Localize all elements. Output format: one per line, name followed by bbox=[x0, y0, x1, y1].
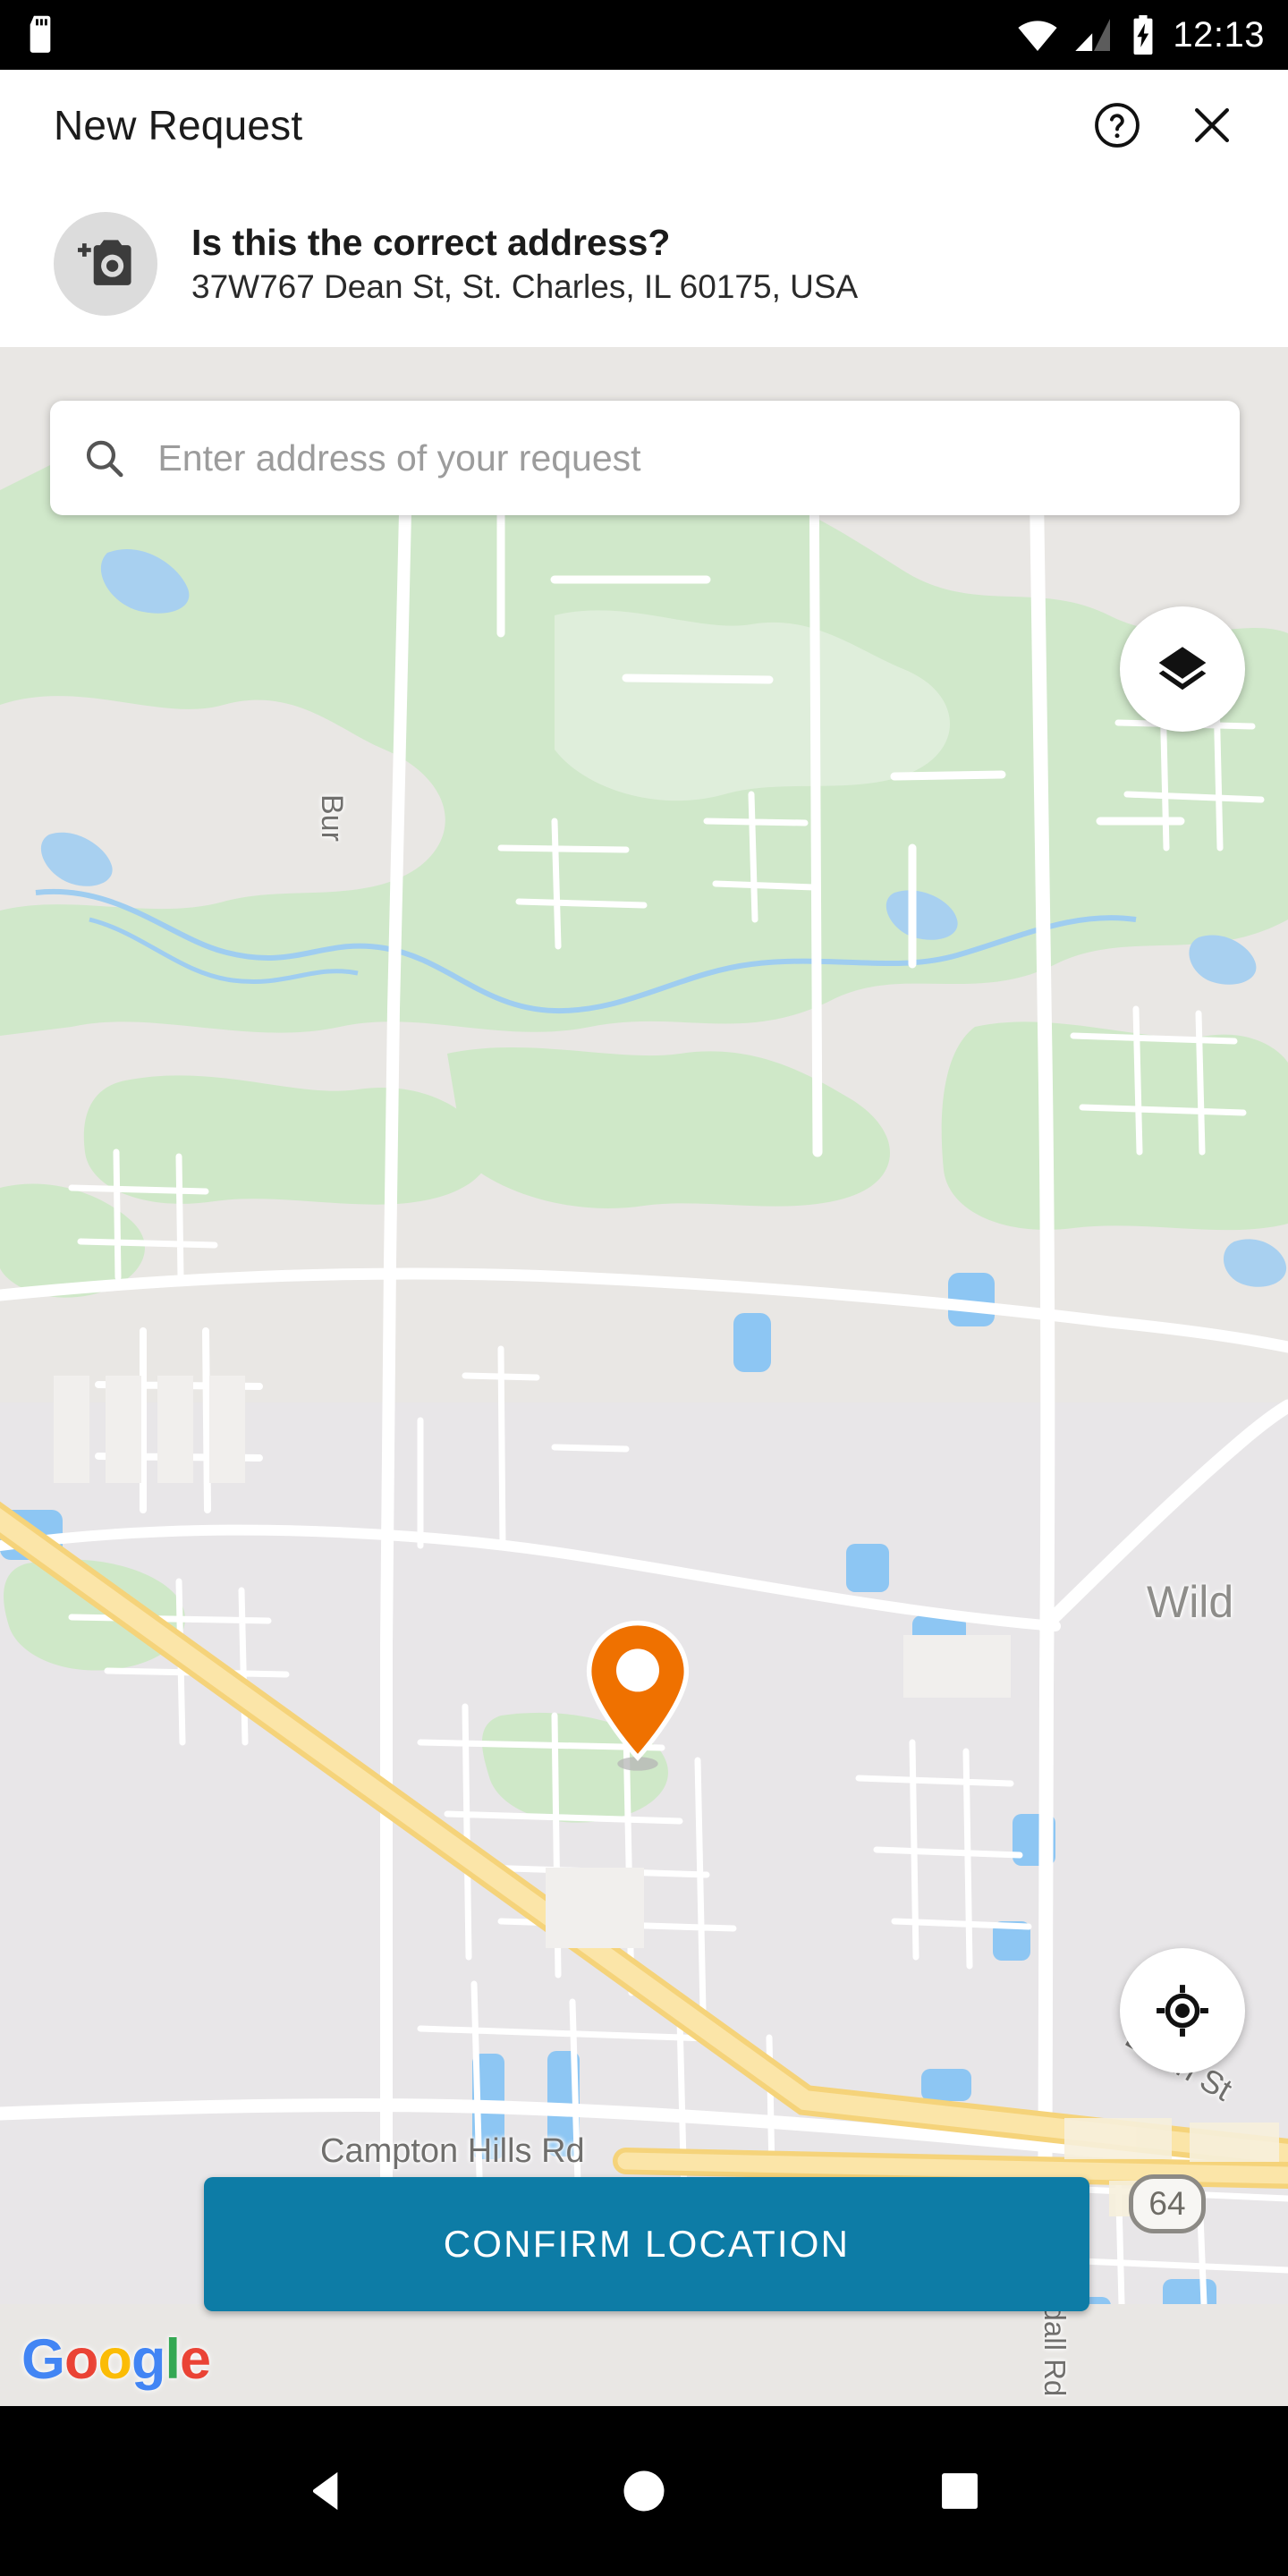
google-letter-o1: o bbox=[64, 2328, 98, 2391]
address-text-group: Is this the correct address? 37W767 Dean… bbox=[191, 221, 859, 306]
confirm-location-button[interactable]: CONFIRM LOCATION bbox=[204, 2177, 1089, 2311]
google-letter-g1: G bbox=[21, 2328, 65, 2391]
battery-charging-icon bbox=[1133, 15, 1153, 55]
address-value: 37W767 Dean St, St. Charles, IL 60175, U… bbox=[191, 267, 859, 305]
map-layers-button[interactable] bbox=[1120, 606, 1245, 732]
address-confirmation-card: Is this the correct address? 37W767 Dean… bbox=[0, 181, 1288, 347]
wifi-icon bbox=[1018, 21, 1057, 51]
page-title: New Request bbox=[54, 102, 303, 148]
location-pin[interactable] bbox=[580, 1617, 696, 1771]
cell-signal-icon bbox=[1075, 19, 1111, 51]
android-nav-bar bbox=[0, 2406, 1288, 2576]
add-photo-icon bbox=[77, 240, 131, 285]
back-nav-icon bbox=[312, 2471, 338, 2511]
google-letter-o2: o bbox=[97, 2328, 132, 2391]
close-icon bbox=[1194, 107, 1230, 143]
search-input[interactable] bbox=[156, 436, 1208, 480]
header-actions bbox=[1089, 97, 1240, 153]
address-question: Is this the correct address? bbox=[191, 221, 671, 263]
status-bar-right-icons: 12:13 bbox=[1017, 0, 1265, 70]
map-pin-icon bbox=[586, 1620, 690, 1771]
route-shield-64: 64 bbox=[1129, 2174, 1206, 2233]
recents-nav-icon bbox=[942, 2473, 979, 2509]
my-location-icon bbox=[1157, 1985, 1208, 2037]
google-letter-e: e bbox=[179, 2328, 211, 2391]
nav-home-button[interactable] bbox=[590, 2437, 698, 2545]
nav-back-button[interactable] bbox=[275, 2437, 382, 2545]
search-icon bbox=[86, 440, 123, 478]
status-bar-left-icons bbox=[25, 15, 55, 55]
nav-recents-button[interactable] bbox=[906, 2437, 1013, 2545]
help-circle-icon bbox=[1095, 103, 1140, 148]
google-letter-g2: g bbox=[131, 2328, 165, 2391]
phone-screen: 12:13 New Request Is this the correct ad… bbox=[0, 0, 1288, 2576]
map-area[interactable]: Bur Wild Dean St Campton Hills Rd Randal… bbox=[0, 347, 1288, 2406]
search-bar[interactable] bbox=[50, 401, 1240, 515]
google-attribution: Google bbox=[21, 2327, 211, 2392]
my-location-button[interactable] bbox=[1120, 1948, 1245, 2073]
status-bar-clock: 12:13 bbox=[1173, 15, 1265, 55]
close-button[interactable] bbox=[1184, 97, 1240, 153]
add-photo-button[interactable] bbox=[54, 212, 157, 316]
help-button[interactable] bbox=[1089, 97, 1145, 153]
app-header: New Request bbox=[0, 70, 1288, 181]
map-canvas bbox=[0, 347, 1288, 2304]
status-bar: 12:13 bbox=[0, 0, 1288, 70]
layers-icon bbox=[1158, 647, 1207, 691]
home-nav-icon bbox=[623, 2470, 665, 2512]
google-letter-l: l bbox=[165, 2328, 180, 2391]
sd-card-icon bbox=[30, 15, 51, 53]
